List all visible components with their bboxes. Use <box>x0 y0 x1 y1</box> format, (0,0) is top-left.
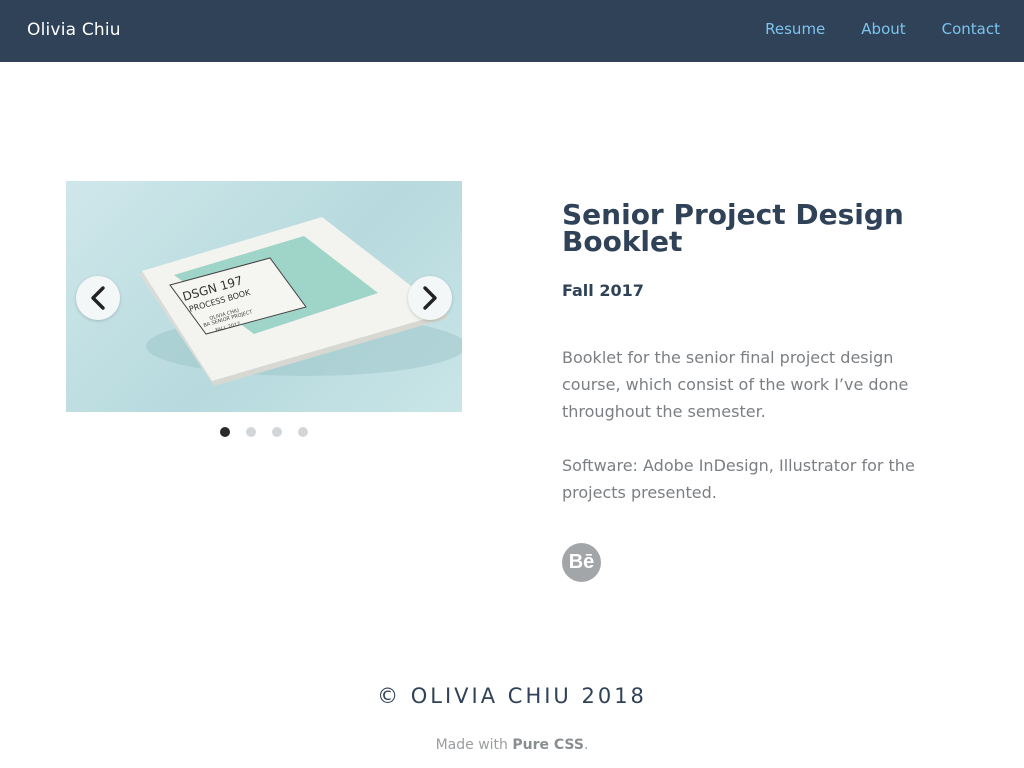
top-navigation-bar: Olivia Chiu Resume About Contact <box>0 0 1024 62</box>
made-with-suffix: . <box>583 737 589 753</box>
behance-icon-label: Bē <box>568 551 595 573</box>
nav-link-about[interactable]: About <box>861 20 905 38</box>
project-date: Fall 2017 <box>562 281 644 300</box>
nav-link-resume[interactable]: Resume <box>765 20 825 38</box>
chevron-right-icon <box>423 286 437 310</box>
carousel-dot-3[interactable] <box>272 427 282 437</box>
booklet-mockup-image: DSGN 197 PROCESS BOOK OLIVIA CHIU BA SEN… <box>140 217 462 386</box>
carousel-prev-button[interactable] <box>76 276 120 320</box>
carousel-next-button[interactable] <box>408 276 452 320</box>
nav-link-contact[interactable]: Contact <box>942 20 1000 38</box>
carousel-dot-4[interactable] <box>298 427 308 437</box>
image-carousel: DSGN 197 PROCESS BOOK OLIVIA CHIU BA SEN… <box>66 181 462 412</box>
main-nav: Resume About Contact <box>729 20 1000 38</box>
chevron-left-icon <box>91 286 105 310</box>
project-software: Software: Adobe InDesign, Illustrator fo… <box>562 456 915 502</box>
project-title: Senior Project Design Booklet <box>562 198 904 258</box>
carousel-dots <box>220 427 324 437</box>
carousel-dot-1[interactable] <box>220 427 230 437</box>
project-description: Booklet for the senior final project des… <box>562 348 909 421</box>
behance-icon[interactable]: Bē <box>562 543 601 582</box>
made-with-prefix: Made with <box>435 737 513 753</box>
footer-made-with: Made with Pure CSS. <box>0 737 1024 753</box>
carousel-dot-2[interactable] <box>246 427 256 437</box>
footer-copyright: © OLIVIA CHIU 2018 <box>377 684 647 708</box>
pure-css-link[interactable]: Pure CSS <box>512 737 584 753</box>
site-brand[interactable]: Olivia Chiu <box>27 20 121 40</box>
